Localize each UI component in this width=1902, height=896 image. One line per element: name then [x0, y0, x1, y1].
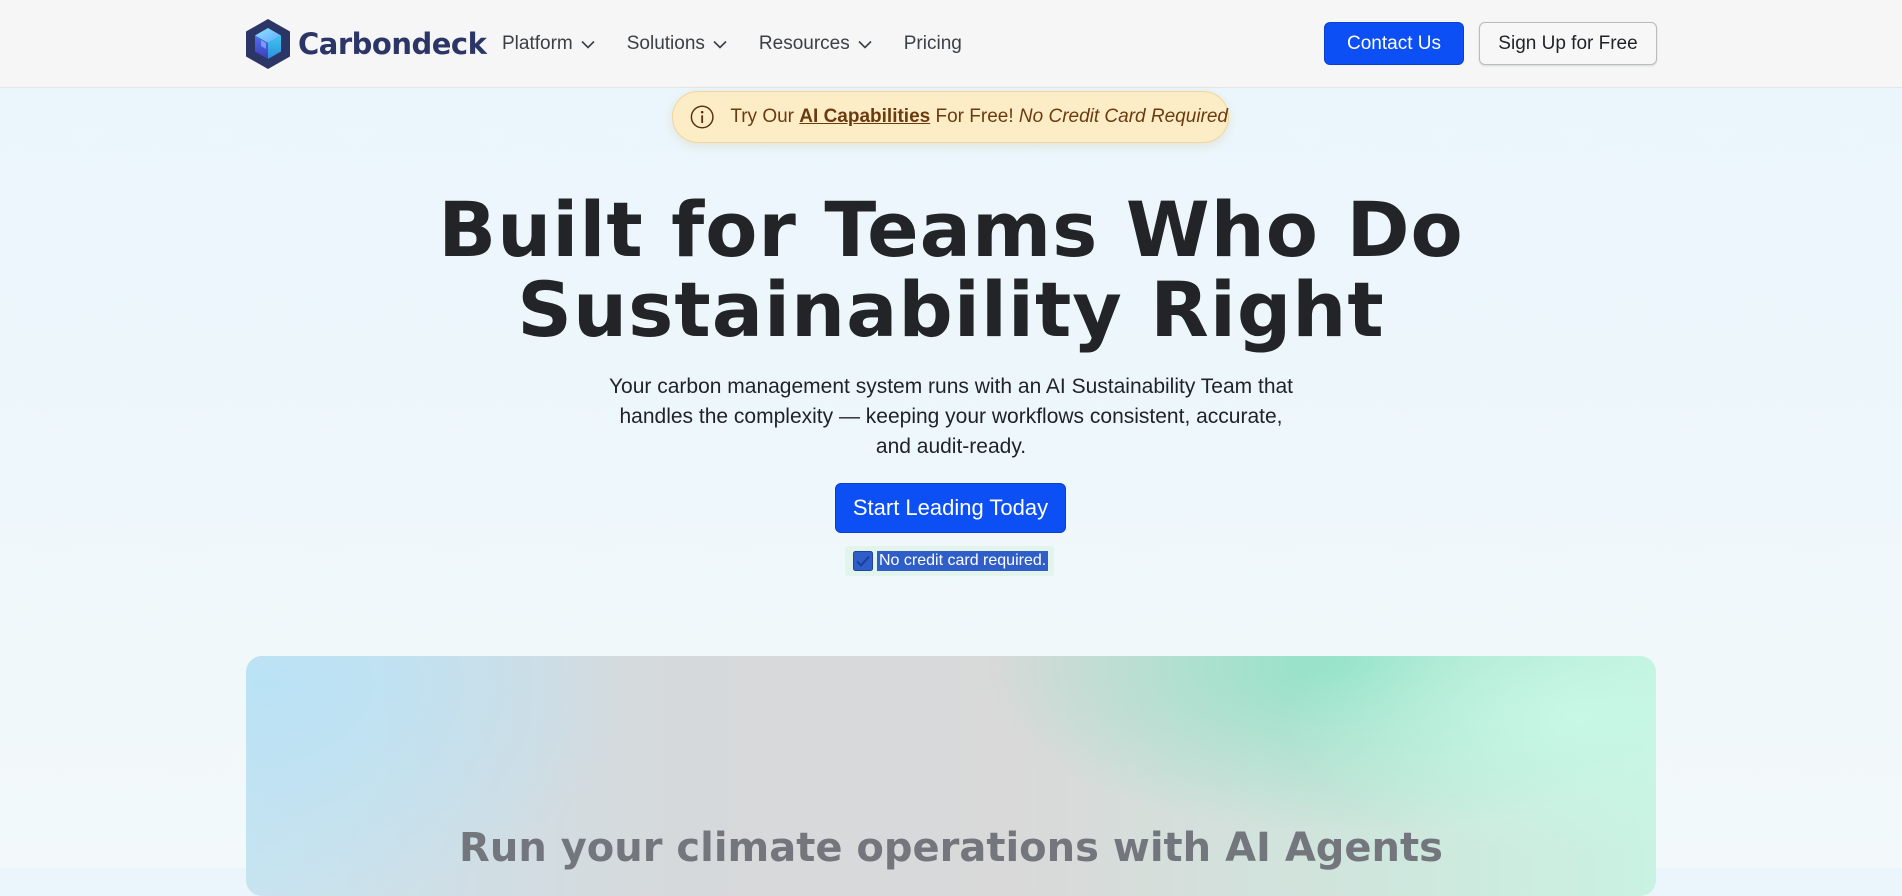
start-leading-button[interactable]: Start Leading Today	[835, 483, 1066, 533]
announcement-emphasis: No Credit Card Required	[1018, 106, 1228, 127]
navbar: Carbondeck Platform Solutions Resources …	[0, 0, 1902, 88]
announcement-middle: For Free!	[930, 106, 1019, 127]
hero-title: Built for Teams Who Do Sustainability Ri…	[0, 190, 1902, 350]
nav-item-solutions[interactable]: Solutions	[627, 33, 727, 55]
contact-us-button[interactable]: Contact Us	[1324, 22, 1464, 65]
chevron-down-icon	[713, 40, 727, 49]
main-nav: Platform Solutions Resources Pricing	[502, 0, 994, 88]
announcement-prefix: Try Our	[730, 106, 800, 127]
chevron-down-icon	[581, 40, 595, 49]
no-credit-card-note: No credit card required.	[845, 546, 1055, 576]
brand-name: Carbondeck	[298, 27, 487, 61]
hero-title-line-2: Sustainability Right	[517, 265, 1385, 354]
chevron-down-icon	[858, 40, 872, 49]
brand-logo-link[interactable]: Carbondeck	[244, 18, 487, 70]
info-icon	[690, 105, 714, 129]
nav-item-label: Pricing	[903, 33, 962, 54]
carbondeck-logo-icon	[246, 19, 290, 69]
nav-item-label: Resources	[758, 33, 850, 54]
nav-item-label: Platform	[502, 33, 573, 54]
check-icon	[853, 551, 873, 571]
nav-item-label: Solutions	[626, 33, 705, 54]
hero-subtitle: Your carbon management system runs with …	[608, 375, 1294, 458]
sign-up-button[interactable]: Sign Up for Free	[1479, 22, 1657, 65]
hero-title-line-1: Built for Teams Who Do	[438, 185, 1464, 274]
ai-capabilities-link[interactable]: AI Capabilities	[799, 106, 930, 127]
nav-item-pricing[interactable]: Pricing	[904, 33, 962, 55]
announcement-banner[interactable]: Try Our AI Capabilities For Free! No Cre…	[672, 91, 1229, 143]
nav-item-resources[interactable]: Resources	[759, 33, 872, 55]
showcase-title: Run your climate operations with AI Agen…	[459, 825, 1443, 871]
announcement-text: Try Our AI Capabilities For Free! No Cre…	[730, 106, 1228, 128]
no-credit-card-text: No credit card required.	[877, 551, 1049, 571]
showcase-card: Run your climate operations with AI Agen…	[246, 656, 1656, 896]
nav-item-platform[interactable]: Platform	[502, 33, 595, 55]
